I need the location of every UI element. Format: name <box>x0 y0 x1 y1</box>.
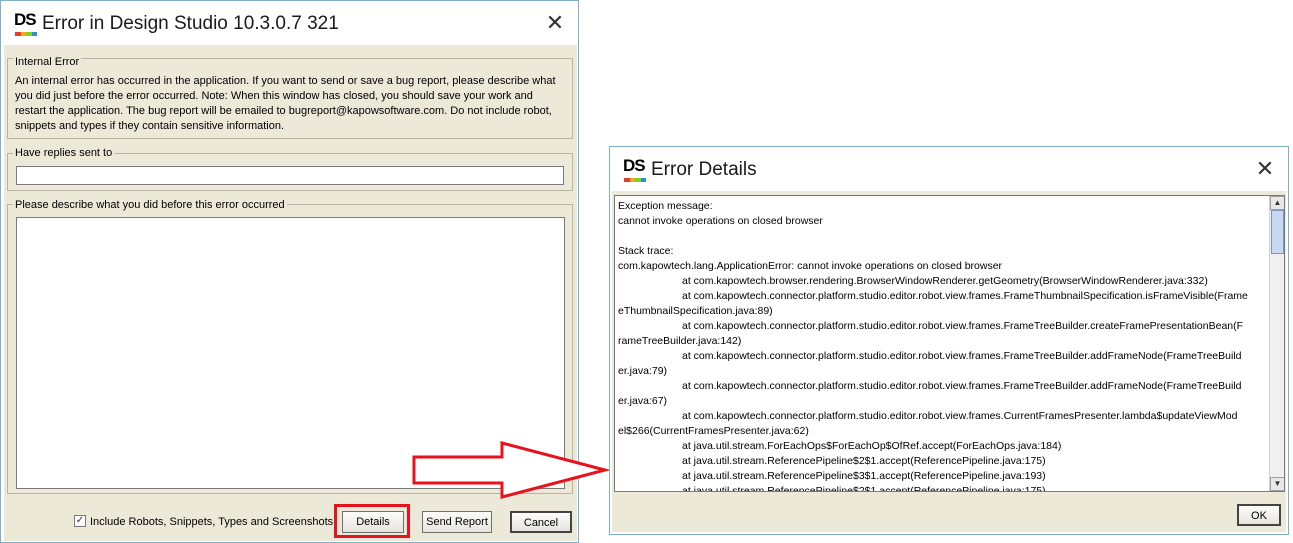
stack-trace-line: el$266(CurrentFramesPresenter.java:62) <box>618 425 809 437</box>
stack-trace-line: at com.kapowtech.browser.rendering.Brows… <box>682 275 1208 287</box>
stack-trace-line <box>618 229 1268 244</box>
stack-trace-line: at com.kapowtech.connector.platform.stud… <box>682 380 1242 392</box>
stack-trace-line: at com.kapowtech.connector.platform.stud… <box>682 290 1248 302</box>
stack-trace-line: com.kapowtech.lang.ApplicationError: can… <box>618 260 1003 272</box>
stack-trace-line: at java.util.stream.ForEachOps$ForEachOp… <box>682 440 1062 452</box>
close-icon[interactable]: ✕ <box>540 8 570 38</box>
red-arrow-annotation <box>412 441 610 499</box>
design-studio-logo-icon: DS <box>622 156 648 183</box>
internal-error-group-label: Internal Error <box>13 56 82 68</box>
reply-email-input[interactable] <box>16 166 564 185</box>
vertical-scrollbar[interactable]: ▲ ▼ <box>1269 196 1284 491</box>
stack-trace-line: Stack trace: <box>618 245 674 257</box>
replies-group-label: Have replies sent to <box>13 147 115 159</box>
stack-trace-line: at com.kapowtech.connector.platform.stud… <box>682 410 1238 422</box>
stack-trace-line: eThumbnailSpecification.java:89) <box>618 305 773 317</box>
close-icon[interactable]: ✕ <box>1250 154 1280 184</box>
stack-trace-line: Exception message: <box>618 200 713 212</box>
include-checkbox-label[interactable]: Include Robots, Snippets, Types and Scre… <box>90 515 333 530</box>
include-checkbox[interactable]: ✓ <box>74 515 86 527</box>
scroll-down-button[interactable]: ▼ <box>1270 477 1284 491</box>
stack-trace-line: at java.util.stream.ReferencePipeline$3$… <box>682 470 1046 482</box>
details-button-label: Details <box>356 516 390 528</box>
details-button[interactable]: Details <box>342 511 404 533</box>
error-dialog-title: Error in Design Studio 10.3.0.7 321 <box>42 13 339 34</box>
error-message-line-4: snippets and types if they contain sensi… <box>15 120 285 132</box>
error-message-line-3: restart the application. The bug report … <box>15 105 552 117</box>
stack-trace-line: er.java:79) <box>618 365 668 377</box>
error-details-dialog: DS Error Details ✕ Exception message: can… <box>609 146 1289 535</box>
stack-trace-line: er.java:67) <box>618 395 668 407</box>
error-dialog-titlebar[interactable]: DS Error in Design Studio 10.3.0.7 321 ✕ <box>1 1 578 45</box>
error-details-body: Exception message: cannot invoke operatio… <box>612 191 1286 532</box>
error-details-title: Error Details <box>651 159 757 180</box>
stack-trace-line: cannot invoke operations on closed brows… <box>618 215 823 227</box>
scrollbar-thumb[interactable] <box>1271 210 1284 254</box>
ok-button[interactable]: OK <box>1237 504 1281 526</box>
cancel-button[interactable]: Cancel <box>510 511 572 533</box>
ok-button-label: OK <box>1251 510 1267 522</box>
stack-trace-line: at java.util.stream.ReferencePipeline$2$… <box>682 455 1046 467</box>
send-report-button[interactable]: Send Report <box>422 511 492 533</box>
error-details-titlebar[interactable]: DS Error Details ✕ <box>610 147 1288 191</box>
error-message-line-1: An internal error has occurred in the ap… <box>15 75 556 87</box>
stack-trace-text: Exception message: cannot invoke operatio… <box>618 199 1268 492</box>
stack-trace-line: rameTreeBuilder.java:142) <box>618 335 742 347</box>
describe-group-label: Please describe what you did before this… <box>13 199 287 211</box>
stack-trace-line: at com.kapowtech.connector.platform.stud… <box>682 320 1244 332</box>
stack-trace-line: at com.kapowtech.connector.platform.stud… <box>682 350 1242 362</box>
stack-trace-line: at java.util.stream.ReferencePipeline$2$… <box>682 485 1046 492</box>
send-report-button-label: Send Report <box>426 516 488 528</box>
error-message-line-2: you did just before the error occurred. … <box>15 90 533 102</box>
cancel-button-label: Cancel <box>523 517 559 529</box>
design-studio-logo-icon: DS <box>13 10 39 37</box>
stack-trace-textarea[interactable]: Exception message: cannot invoke operatio… <box>614 195 1285 492</box>
scroll-up-button[interactable]: ▲ <box>1270 196 1284 210</box>
